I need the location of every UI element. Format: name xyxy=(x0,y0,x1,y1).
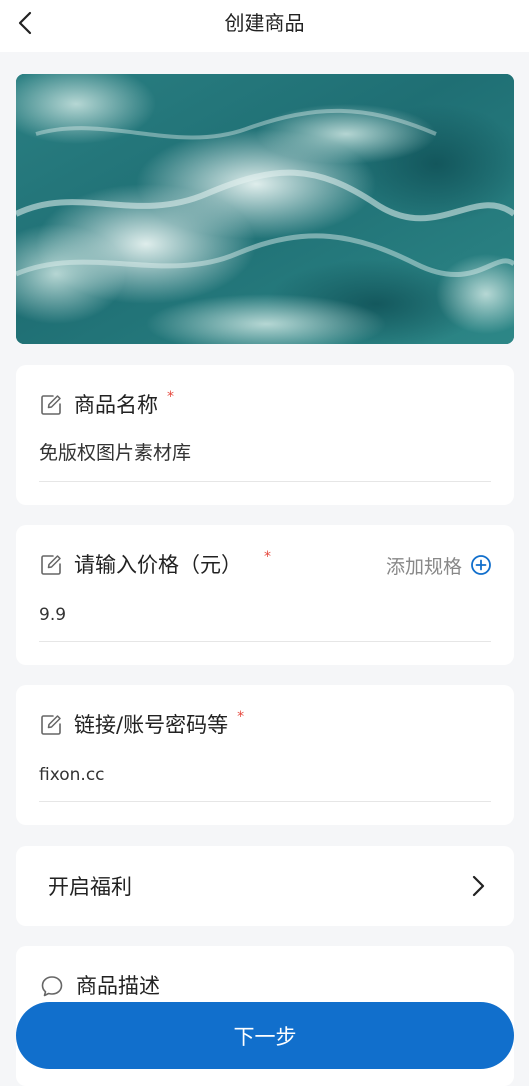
price-label: 请输入价格（元） xyxy=(74,553,242,577)
link-input[interactable]: fixon.cc xyxy=(39,763,105,787)
product-image[interactable] xyxy=(16,74,514,344)
description-label: 商品描述 xyxy=(76,974,160,998)
price-card: 请输入价格（元） * 添加规格 9.9 xyxy=(16,525,514,665)
divider xyxy=(39,801,491,802)
header-bar: 创建商品 xyxy=(0,0,529,52)
edit-icon xyxy=(40,554,62,576)
product-name-label-row: 商品名称 * xyxy=(40,389,492,419)
link-label: 链接/账号密码等 xyxy=(74,713,229,737)
add-spec-label: 添加规格 xyxy=(385,555,462,578)
description-label-row: 商品描述 xyxy=(40,972,160,1000)
ocean-waves-image xyxy=(16,74,514,344)
next-step-button[interactable]: 下一步 xyxy=(16,1002,514,1069)
chevron-right-icon xyxy=(466,874,490,898)
product-name-label: 商品名称 xyxy=(74,393,158,417)
price-label-row: 请输入价格（元） * 添加规格 xyxy=(40,549,492,579)
chat-bubble-icon xyxy=(40,974,64,998)
divider xyxy=(39,641,491,642)
divider xyxy=(39,481,491,482)
required-mark: * xyxy=(167,389,174,405)
welfare-label: 开启福利 xyxy=(48,875,132,899)
product-name-input[interactable]: 免版权图片素材库 xyxy=(39,441,191,465)
edit-icon xyxy=(40,394,62,416)
plus-circle-icon xyxy=(470,554,492,576)
required-mark: * xyxy=(264,549,271,565)
page-title: 创建商品 xyxy=(224,11,305,35)
link-label-row: 链接/账号密码等 * xyxy=(40,709,492,739)
edit-icon xyxy=(40,714,62,736)
welfare-row[interactable]: 开启福利 xyxy=(16,846,514,926)
required-mark: * xyxy=(237,709,245,725)
add-spec-button[interactable]: 添加规格 xyxy=(386,552,492,579)
price-input[interactable]: 9.9 xyxy=(39,603,66,627)
product-name-card: 商品名称 * 免版权图片素材库 xyxy=(16,365,514,505)
link-card: 链接/账号密码等 * fixon.cc xyxy=(16,685,514,825)
